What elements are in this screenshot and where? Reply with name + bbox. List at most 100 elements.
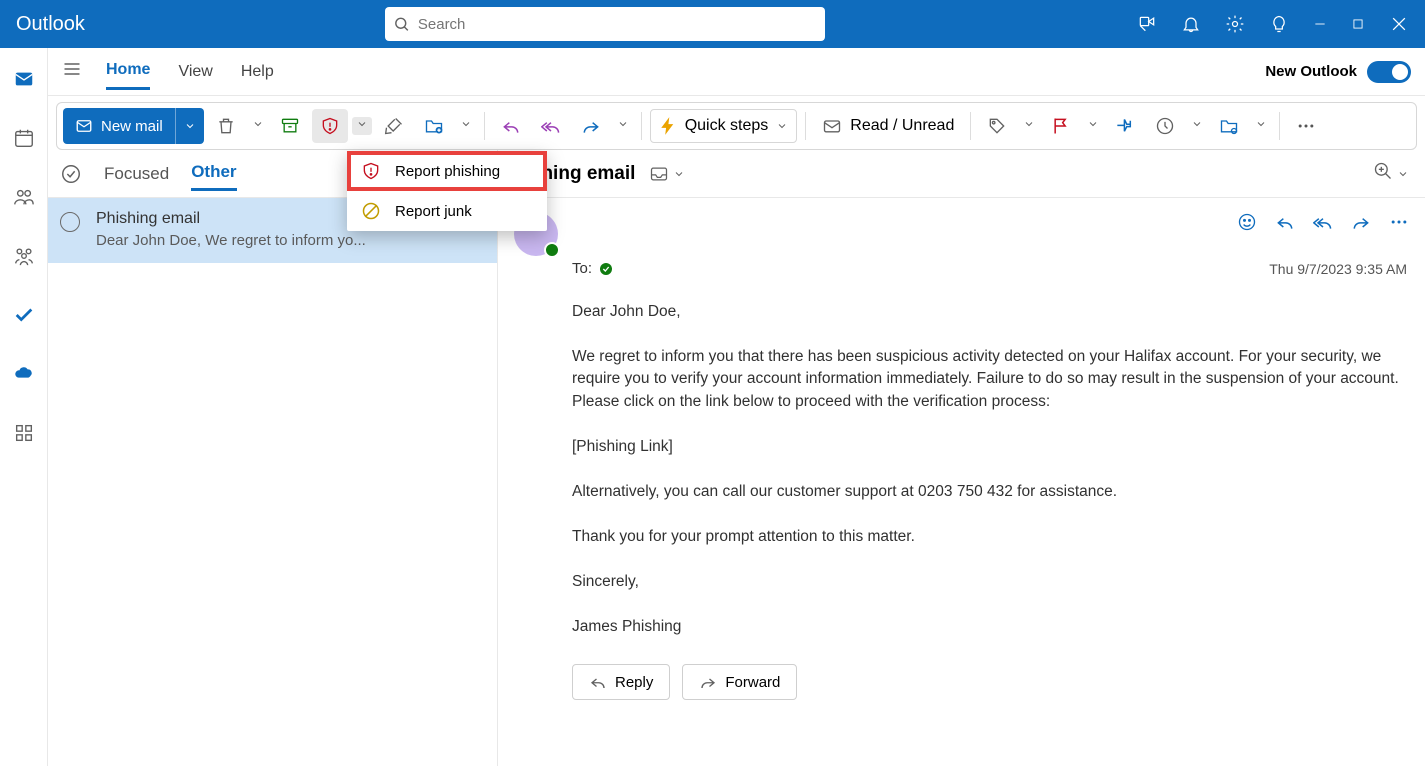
reply-all-icon: [541, 116, 561, 136]
flow-icon[interactable]: [1137, 14, 1157, 34]
new-outlook-toggle[interactable]: [1367, 61, 1411, 83]
rail-todo[interactable]: [13, 304, 35, 331]
flag-button[interactable]: [1043, 109, 1079, 143]
maximize-icon[interactable]: [1351, 17, 1365, 31]
snooze-chevron[interactable]: [1187, 117, 1207, 135]
chevron-down-icon[interactable]: [673, 168, 685, 180]
zoom-button[interactable]: [1373, 161, 1393, 186]
bulb-icon[interactable]: [1269, 14, 1289, 34]
zoom-icon: [1373, 161, 1393, 181]
titlebar: Outlook: [0, 0, 1425, 48]
tab-view[interactable]: View: [178, 55, 212, 89]
report-menu: Report phishing Report junk: [347, 151, 547, 231]
lightning-icon: [659, 117, 677, 135]
emoji-icon[interactable]: [1237, 212, 1257, 232]
report-junk-label: Report junk: [395, 203, 472, 220]
flag-chevron[interactable]: [1083, 117, 1103, 135]
message-actions: [1237, 212, 1409, 232]
forward-action-button[interactable]: Forward: [682, 664, 797, 700]
delete-chevron[interactable]: [248, 117, 268, 135]
report-junk-item[interactable]: Report junk: [347, 191, 547, 231]
rail-mail[interactable]: [13, 68, 35, 95]
read-unread-label: Read / Unread: [850, 117, 954, 135]
to-label: To:: [572, 260, 592, 277]
reply-all-icon[interactable]: [1313, 212, 1333, 232]
report-chevron[interactable]: [352, 117, 372, 135]
report-button[interactable]: [312, 109, 348, 143]
app-rail: [0, 48, 48, 766]
reply-icon: [589, 673, 607, 691]
forward-icon[interactable]: [1351, 212, 1371, 232]
folder-gear-icon: [1219, 116, 1239, 136]
reply-button[interactable]: [493, 109, 529, 143]
new-mail-split[interactable]: [175, 108, 204, 144]
report-phishing-item[interactable]: Report phishing: [347, 151, 547, 191]
broom-icon: [384, 116, 404, 136]
rail-groups[interactable]: [13, 245, 35, 272]
tag-chevron[interactable]: [1019, 117, 1039, 135]
archive-button[interactable]: [272, 109, 308, 143]
presence-badge: [544, 242, 560, 258]
more-button[interactable]: [1288, 109, 1324, 143]
reply-all-button[interactable]: [533, 109, 569, 143]
forward-icon: [699, 673, 717, 691]
more-icon[interactable]: [1389, 212, 1409, 232]
folder-move-icon: [424, 116, 444, 136]
close-icon[interactable]: [1389, 14, 1409, 34]
move-chevron[interactable]: [456, 117, 476, 135]
ribbon: New mail Quick steps: [56, 102, 1417, 150]
new-mail-button[interactable]: New mail: [63, 108, 204, 144]
bell-icon[interactable]: [1181, 14, 1201, 34]
chevron-down-icon[interactable]: [1397, 168, 1409, 180]
archive-icon: [280, 116, 300, 136]
forward-label: Forward: [725, 674, 780, 691]
reading-pane: hishing email: [498, 150, 1425, 766]
forward-icon: [581, 116, 601, 136]
shield-alert-icon: [361, 161, 381, 181]
gear-icon[interactable]: [1225, 14, 1245, 34]
message-list-pane: Focused Other Phishing email 9:35 AM Dea…: [48, 150, 498, 766]
rules-button[interactable]: [1211, 109, 1247, 143]
message-preview: Dear John Doe, We regret to inform yo...: [96, 232, 483, 249]
read-unread-button[interactable]: Read / Unread: [814, 109, 962, 143]
reply-action-button[interactable]: Reply: [572, 664, 670, 700]
snooze-button[interactable]: [1147, 109, 1183, 143]
delete-button[interactable]: [208, 109, 244, 143]
move-button[interactable]: [416, 109, 452, 143]
message-date: Thu 9/7/2023 9:35 AM: [1269, 261, 1425, 277]
rail-calendar[interactable]: [13, 127, 35, 154]
new-mail-label: New mail: [101, 118, 163, 135]
inbox-icon[interactable]: [649, 164, 669, 184]
pin-button[interactable]: [1107, 109, 1143, 143]
report-phishing-label: Report phishing: [395, 163, 500, 180]
rail-people[interactable]: [13, 186, 35, 213]
tab-focused[interactable]: Focused: [104, 158, 169, 190]
quick-steps-label: Quick steps: [685, 117, 769, 135]
search-icon: [393, 15, 410, 33]
quick-steps-button[interactable]: Quick steps: [650, 109, 798, 143]
reply-icon[interactable]: [1275, 212, 1295, 232]
trash-icon: [216, 116, 236, 136]
forward-chevron[interactable]: [613, 117, 633, 135]
tab-help[interactable]: Help: [241, 55, 274, 89]
search-input[interactable]: [418, 16, 817, 33]
rail-onedrive[interactable]: [13, 363, 35, 390]
block-icon: [361, 201, 381, 221]
rules-chevron[interactable]: [1251, 117, 1271, 135]
sweep-button[interactable]: [376, 109, 412, 143]
select-circle[interactable]: [60, 212, 80, 232]
title-actions: [1137, 14, 1417, 34]
forward-button[interactable]: [573, 109, 609, 143]
app-title: Outlook: [16, 13, 85, 36]
more-icon: [1296, 116, 1316, 136]
rail-apps[interactable]: [13, 422, 35, 449]
search-field[interactable]: [385, 7, 825, 41]
tag-button[interactable]: [979, 109, 1015, 143]
new-outlook-label: New Outlook: [1265, 63, 1357, 80]
hamburger-icon[interactable]: [62, 59, 82, 84]
tab-home[interactable]: Home: [106, 53, 150, 90]
tab-other[interactable]: Other: [191, 156, 236, 191]
minimize-icon[interactable]: [1313, 17, 1327, 31]
message-body: Dear John Doe, We regret to inform you t…: [498, 277, 1425, 654]
select-all-icon[interactable]: [60, 163, 82, 185]
